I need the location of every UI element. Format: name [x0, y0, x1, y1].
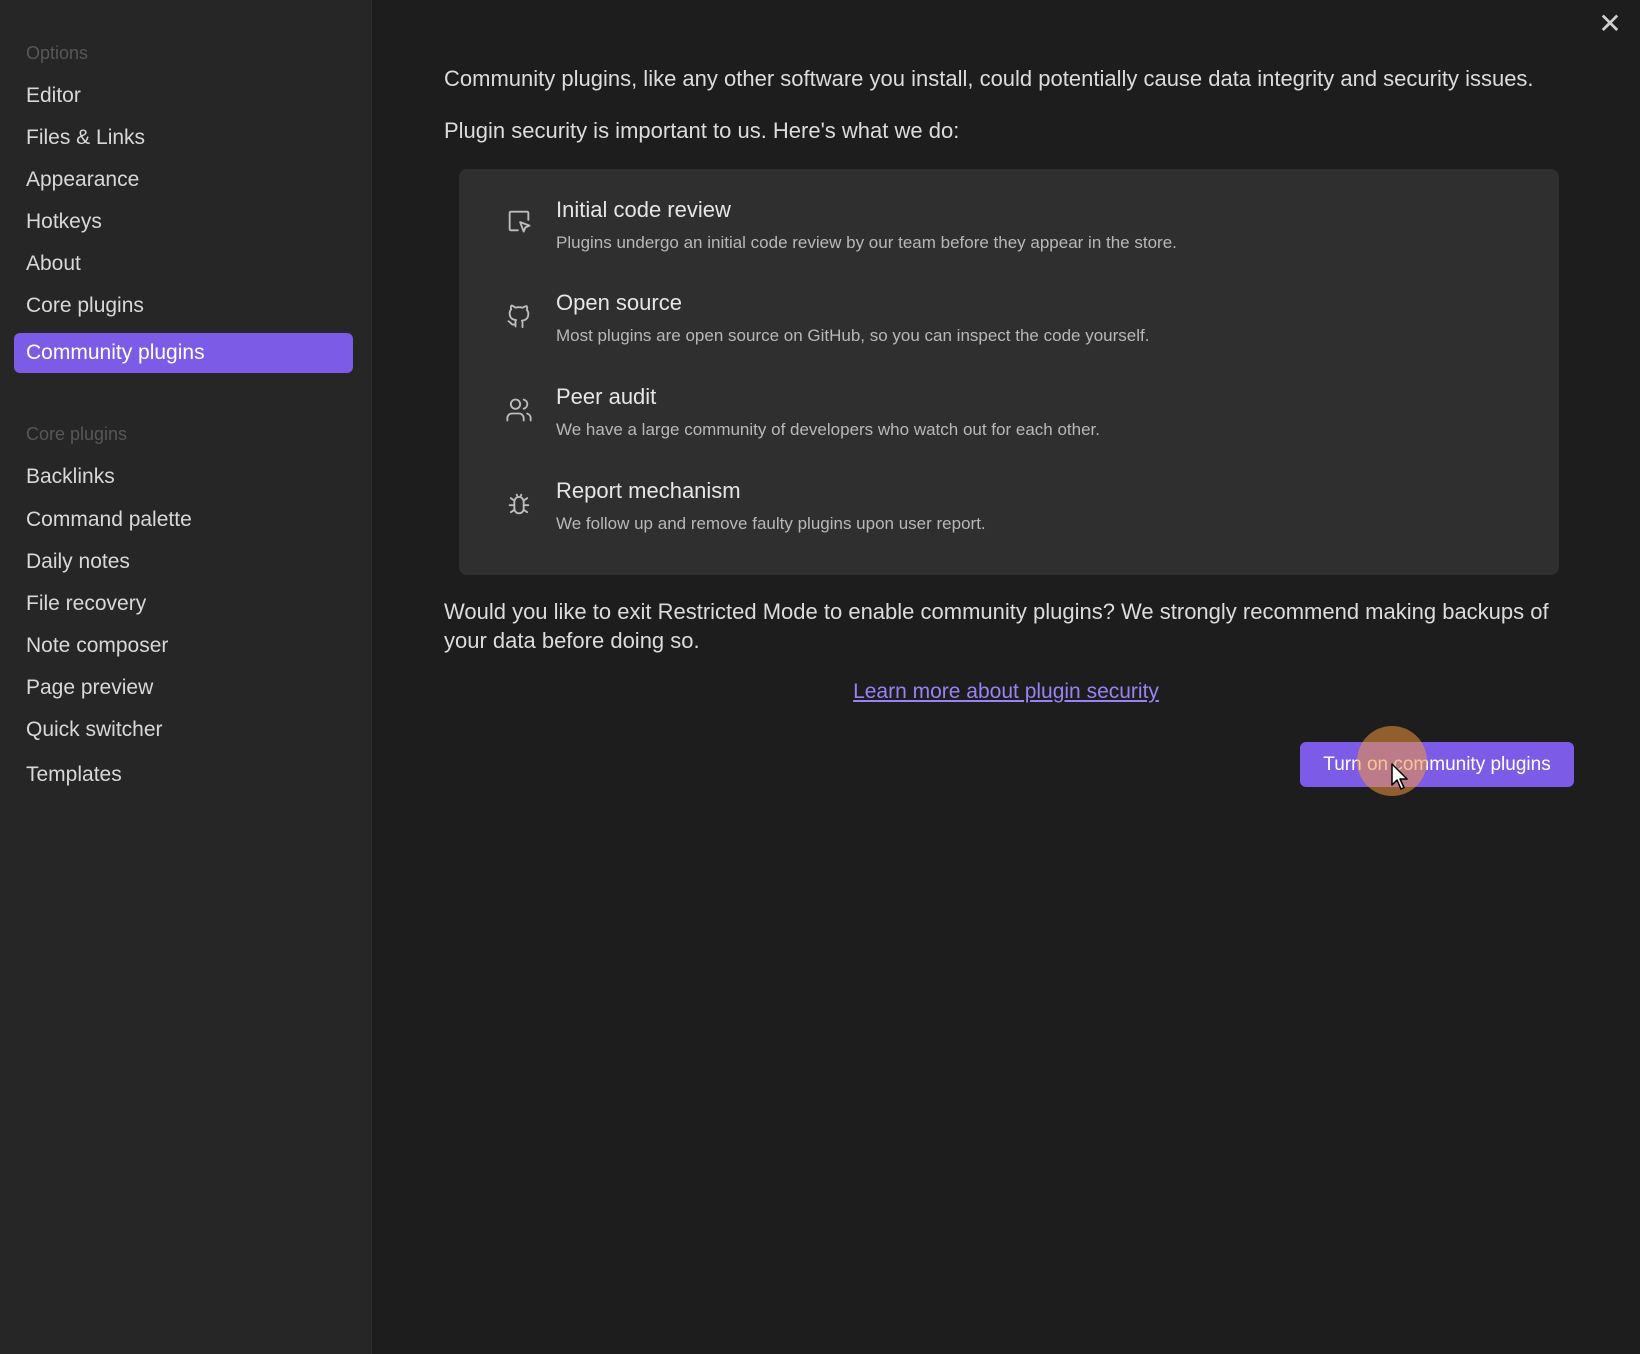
core-plugins-heading: Core plugins	[26, 424, 128, 444]
feature-description: Most plugins are open source on GitHub, …	[556, 326, 1150, 345]
feature-initial-code-review: Initial code review Plugins undergo an i…	[459, 197, 1559, 277]
sidebar-item-about[interactable]: About	[14, 244, 353, 284]
restricted-mode-question: Would you like to exit Restricted Mode t…	[444, 599, 1549, 653]
sidebar-item-core-plugins[interactable]: Core plugins	[14, 286, 353, 326]
intro-warning-text: Community plugins, like any other softwa…	[444, 66, 1534, 91]
feature-description: Plugins undergo an initial code review b…	[556, 233, 1177, 252]
feature-open-source: Open source Most plugins are open source…	[459, 290, 1559, 370]
sidebar-item-templates[interactable]: Templates	[14, 755, 353, 795]
feature-title: Report mechanism	[556, 478, 741, 503]
sidebar-item-appearance[interactable]: Appearance	[14, 160, 353, 200]
users-icon	[505, 396, 533, 424]
bug-icon	[505, 490, 533, 518]
feature-description: We have a large community of developers …	[556, 420, 1100, 439]
sidebar-item-note-composer[interactable]: Note composer	[14, 626, 353, 666]
sidebar-item-quick-switcher[interactable]: Quick switcher	[14, 710, 353, 750]
settings-sidebar: Options Editor Files & Links Appearance …	[0, 0, 372, 1354]
sidebar-item-daily-notes[interactable]: Daily notes	[14, 542, 353, 582]
feature-title: Initial code review	[556, 197, 731, 222]
sidebar-item-hotkeys[interactable]: Hotkeys	[14, 202, 353, 242]
sidebar-item-backlinks[interactable]: Backlinks	[14, 457, 353, 497]
sidebar-item-page-preview[interactable]: Page preview	[14, 668, 353, 708]
github-icon	[505, 302, 533, 330]
settings-content: Community plugins, like any other softwa…	[372, 0, 1640, 1354]
learn-more-plugin-security-link[interactable]: Learn more about plugin security	[372, 680, 1640, 704]
feature-peer-audit: Peer audit We have a large community of …	[459, 384, 1559, 464]
feature-report-mechanism: Report mechanism We follow up and remove…	[459, 478, 1559, 558]
options-heading: Options	[26, 43, 89, 63]
feature-title: Peer audit	[556, 384, 657, 409]
close-button[interactable]: ✕	[1594, 8, 1626, 40]
sidebar-item-file-recovery[interactable]: File recovery	[14, 584, 353, 624]
intro-security-text: Plugin security is important to us. Here…	[444, 118, 960, 143]
feature-description: We follow up and remove faulty plugins u…	[556, 514, 986, 533]
security-measures-card: Initial code review Plugins undergo an i…	[459, 169, 1559, 575]
feature-title: Open source	[556, 290, 682, 315]
sidebar-item-command-palette[interactable]: Command palette	[14, 500, 353, 540]
turn-on-community-plugins-button[interactable]: Turn on community plugins	[1300, 742, 1574, 787]
code-review-icon	[505, 207, 533, 235]
sidebar-item-editor[interactable]: Editor	[14, 76, 353, 116]
sidebar-item-files-links[interactable]: Files & Links	[14, 118, 353, 158]
sidebar-item-community-plugins[interactable]: Community plugins	[14, 333, 353, 373]
settings-window: Options Editor Files & Links Appearance …	[0, 0, 1640, 1354]
